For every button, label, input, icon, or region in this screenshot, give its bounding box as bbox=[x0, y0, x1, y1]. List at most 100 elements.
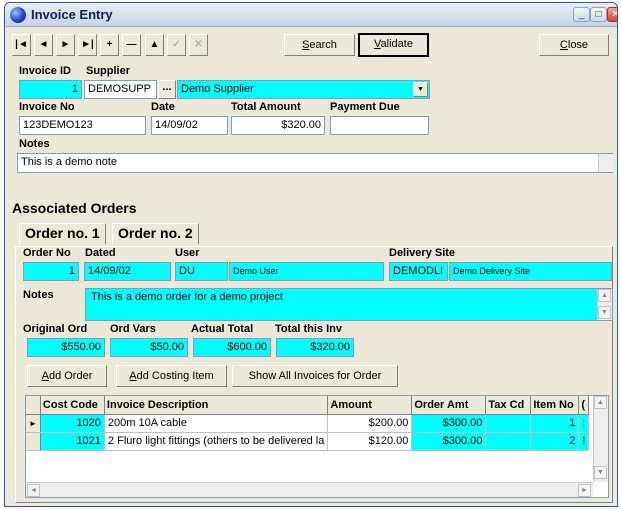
title-bar[interactable]: Invoice Entry _ □ ✕ bbox=[5, 3, 617, 27]
table-row[interactable]: ► 1020 200m 10A cable $200.00 $300.00 1: bbox=[26, 414, 590, 433]
notes-scrollbar[interactable] bbox=[598, 154, 613, 172]
row-indicator-icon[interactable]: ► bbox=[26, 414, 41, 433]
show-all-invoices-button[interactable]: Show All Invoices for Order bbox=[232, 365, 398, 387]
app-globe-icon bbox=[10, 7, 26, 23]
first-record-button[interactable]: |◄ bbox=[12, 34, 31, 56]
column-header[interactable]: ( bbox=[578, 396, 590, 415]
order-notes-field[interactable]: This is a demo order for a demo project bbox=[85, 288, 613, 321]
invoice-notes-label: Notes bbox=[19, 138, 50, 150]
tab-order-2[interactable]: Order no. 2 bbox=[112, 223, 199, 244]
table-row[interactable]: 1021 2 Fluro light fittings (others to be… bbox=[26, 432, 590, 451]
order-dated-field[interactable]: 14/09/02 bbox=[84, 262, 171, 281]
column-header[interactable]: Cost Code bbox=[40, 396, 105, 415]
total-amount-label: Total Amount bbox=[231, 101, 301, 113]
total-this-invoice-label: Total this Inv bbox=[275, 323, 343, 335]
order-vars-label: Ord Vars bbox=[110, 323, 156, 335]
supplier-name-value: Demo Supplier bbox=[181, 83, 254, 95]
order-vars-field[interactable]: $50.00 bbox=[110, 338, 188, 357]
cell-desc[interactable]: 200m 10A cable bbox=[104, 414, 329, 433]
dated-label: Dated bbox=[85, 247, 116, 259]
cell-tax[interactable] bbox=[485, 432, 532, 451]
order-no-field[interactable]: 1 bbox=[23, 262, 79, 281]
search-button[interactable]: Search bbox=[284, 34, 355, 56]
payment-due-field[interactable] bbox=[330, 116, 429, 135]
supplier-label: Supplier bbox=[86, 65, 131, 77]
add-order-button[interactable]: Add Order bbox=[27, 365, 107, 387]
grid-scroll-left-icon[interactable]: ◄ bbox=[27, 484, 40, 497]
supplier-lookup-button[interactable]: ... bbox=[158, 80, 176, 99]
post-record-button[interactable]: ✓ bbox=[167, 34, 186, 56]
supplier-code-field[interactable]: DEMOSUPP bbox=[84, 80, 157, 99]
column-header[interactable]: Amount bbox=[327, 396, 413, 415]
original-order-field[interactable]: $550.00 bbox=[27, 338, 105, 357]
scroll-up-icon[interactable]: ▲ bbox=[598, 289, 611, 302]
invoice-entry-window: Invoice Entry _ □ ✕ |◄◄►►|+—▲✓✕ Search V… bbox=[4, 2, 618, 507]
invoice-no-label: Invoice No bbox=[19, 101, 75, 113]
edit-record-button[interactable]: ▲ bbox=[145, 34, 164, 56]
column-header[interactable]: Item No bbox=[530, 396, 580, 415]
cell-code[interactable]: 1020 bbox=[40, 414, 105, 433]
original-order-label: Original Ord bbox=[23, 323, 88, 335]
grid-vertical-scrollbar[interactable]: ▲ ▼ bbox=[593, 396, 608, 482]
invoice-no-field[interactable]: 123DEMO123 bbox=[19, 116, 146, 135]
grid-scroll-up-icon[interactable]: ▲ bbox=[594, 396, 607, 409]
actual-total-label: Actual Total bbox=[191, 323, 254, 335]
grid-horizontal-scrollbar[interactable]: ◄ ► bbox=[26, 482, 593, 497]
associated-orders-heading: Associated Orders bbox=[12, 200, 137, 216]
grid-scroll-right-icon[interactable]: ► bbox=[578, 484, 591, 497]
tab-order-1[interactable]: Order no. 1 bbox=[19, 223, 106, 244]
row-selector-header bbox=[26, 396, 41, 415]
column-header[interactable]: Invoice Description bbox=[104, 396, 329, 415]
prev-record-button[interactable]: ◄ bbox=[34, 34, 53, 56]
minimize-icon[interactable]: _ bbox=[573, 7, 590, 22]
column-header[interactable]: Order Amt bbox=[411, 396, 487, 415]
order-notes-scrollbar[interactable]: ▲ ▼ bbox=[597, 289, 612, 320]
scroll-down-icon[interactable]: ▼ bbox=[598, 306, 611, 319]
maximize-icon[interactable]: □ bbox=[590, 7, 607, 22]
cell-item[interactable]: 1 bbox=[530, 414, 580, 433]
cell-order-amt[interactable]: $300.00 bbox=[411, 414, 487, 433]
grid-scroll-down-icon[interactable]: ▼ bbox=[594, 466, 607, 479]
cell-item[interactable]: 2 bbox=[530, 432, 580, 451]
invoice-id-label: Invoice ID bbox=[19, 65, 71, 77]
dropdown-arrow-icon[interactable]: ▼ bbox=[413, 82, 428, 97]
cell-extra[interactable]: : bbox=[578, 414, 590, 433]
cell-extra[interactable]: ! bbox=[578, 432, 590, 451]
close-button[interactable]: Close bbox=[539, 34, 609, 56]
actual-total-field[interactable]: $600.00 bbox=[193, 338, 271, 357]
empty-row bbox=[26, 450, 589, 468]
invoice-date-field[interactable]: 14/09/02 bbox=[151, 116, 228, 135]
user-name-field[interactable]: Demo User bbox=[229, 262, 384, 281]
last-record-button[interactable]: ►| bbox=[78, 34, 97, 56]
delivery-site-label: Delivery Site bbox=[389, 247, 456, 259]
next-record-button[interactable]: ► bbox=[56, 34, 75, 56]
column-header[interactable]: Tax Cd bbox=[485, 396, 532, 415]
cell-amount[interactable]: $120.00 bbox=[327, 432, 413, 451]
total-amount-field[interactable]: $320.00 bbox=[231, 116, 325, 135]
delete-record-button[interactable]: — bbox=[122, 34, 141, 56]
date-label: Date bbox=[151, 101, 175, 113]
invoice-id-field[interactable]: 1 bbox=[19, 80, 82, 99]
site-name-field[interactable]: Demo Delivery Site bbox=[449, 262, 612, 281]
invoice-notes-field[interactable]: This is a demo note bbox=[17, 153, 613, 173]
row-indicator-icon[interactable] bbox=[26, 432, 41, 451]
cancel-record-button[interactable]: ✕ bbox=[189, 34, 208, 56]
validate-button[interactable]: Validate bbox=[358, 33, 429, 57]
close-window-icon[interactable]: ✕ bbox=[607, 7, 617, 22]
site-code-field[interactable]: DEMODLI bbox=[389, 262, 448, 281]
user-code-field[interactable]: DU bbox=[175, 262, 228, 281]
supplier-name-select[interactable]: Demo Supplier bbox=[177, 80, 430, 99]
order-no-label: Order No bbox=[23, 247, 71, 259]
window-title: Invoice Entry bbox=[31, 7, 113, 22]
invoice-items-grid[interactable]: Cost Code Invoice Description Amount Order … bbox=[25, 395, 609, 498]
cell-order-amt[interactable]: $300.00 bbox=[411, 432, 487, 451]
total-this-invoice-field[interactable]: $320.00 bbox=[276, 338, 354, 357]
order-notes-label: Notes bbox=[23, 289, 54, 301]
cell-code[interactable]: 1021 bbox=[40, 432, 105, 451]
user-label: User bbox=[175, 247, 200, 259]
cell-amount[interactable]: $200.00 bbox=[327, 414, 413, 433]
cell-desc[interactable]: 2 Fluro light fittings (others to be del… bbox=[104, 432, 329, 451]
add-record-button[interactable]: + bbox=[100, 34, 119, 56]
cell-tax[interactable] bbox=[485, 414, 532, 433]
add-costing-item-button[interactable]: Add Costing Item bbox=[116, 365, 227, 387]
